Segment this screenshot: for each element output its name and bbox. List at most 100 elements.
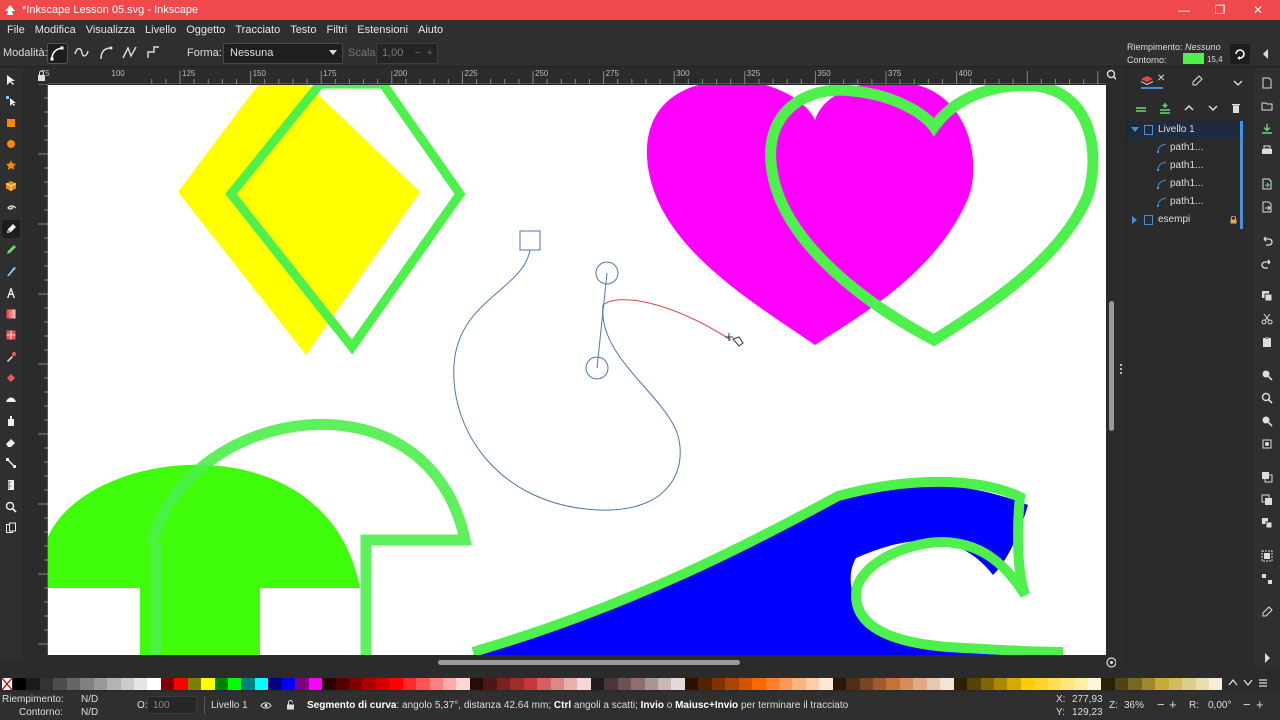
color-swatch[interactable]: [537, 678, 551, 690]
color-swatch[interactable]: [26, 678, 40, 690]
vertical-scroll-thumb[interactable]: [1109, 301, 1114, 431]
menu-tracciato[interactable]: Tracciato: [230, 24, 285, 36]
gradient-tool[interactable]: [2, 305, 20, 323]
scale-input[interactable]: 1,00 − +: [376, 43, 438, 64]
color-swatch[interactable]: [631, 678, 645, 690]
start-node-handle[interactable]: [519, 230, 541, 251]
unlock-icon[interactable]: [286, 700, 295, 710]
color-swatch[interactable]: [1074, 678, 1088, 690]
unlink-clone-button[interactable]: [1259, 515, 1275, 531]
color-swatch[interactable]: [429, 678, 443, 690]
color-swatch[interactable]: [899, 678, 914, 690]
color-swatch[interactable]: [93, 678, 108, 690]
color-swatch[interactable]: [174, 678, 188, 690]
color-swatch[interactable]: [416, 678, 430, 690]
color-swatch[interactable]: [1047, 678, 1062, 690]
current-layer[interactable]: Livello 1: [211, 700, 248, 711]
paint-bucket-tool[interactable]: [2, 369, 20, 387]
maximize-button[interactable]: ❐: [1202, 0, 1238, 20]
yellow-diamond-shape[interactable]: [178, 85, 420, 355]
color-swatch[interactable]: [1195, 678, 1209, 690]
color-swatch[interactable]: [39, 678, 54, 690]
print-button[interactable]: [1259, 143, 1275, 159]
color-swatch[interactable]: [295, 678, 309, 690]
layer-row-path[interactable]: path1...: [1127, 157, 1245, 175]
color-swatch[interactable]: [590, 678, 605, 690]
color-swatch[interactable]: [1101, 678, 1115, 690]
color-swatch[interactable]: [1168, 678, 1183, 690]
color-swatch[interactable]: [725, 678, 739, 690]
undo-button[interactable]: [1259, 232, 1275, 248]
eye-icon[interactable]: [260, 701, 272, 710]
color-swatch[interactable]: [658, 678, 672, 690]
redo-button[interactable]: [1259, 255, 1275, 271]
cut-button[interactable]: [1259, 311, 1275, 327]
color-swatch[interactable]: [940, 678, 954, 690]
canvas-drawing[interactable]: [48, 85, 1106, 655]
color-swatch[interactable]: [147, 678, 161, 690]
color-swatch[interactable]: [550, 678, 564, 690]
close-tab-icon[interactable]: ✕: [1157, 73, 1165, 84]
calligraphy-tool[interactable]: [2, 262, 20, 280]
open-button[interactable]: [1259, 98, 1275, 114]
eraser-tool[interactable]: [2, 433, 20, 451]
new-document-button[interactable]: [1259, 75, 1275, 91]
snap-toggle-button[interactable]: [1230, 44, 1250, 64]
color-swatch[interactable]: [469, 678, 484, 690]
pages-tool[interactable]: [2, 519, 20, 537]
zoom-out-button[interactable]: −: [1157, 697, 1165, 712]
add-sublayer-button[interactable]: [1159, 102, 1173, 116]
color-swatch[interactable]: [322, 678, 336, 690]
lower-button[interactable]: [1207, 102, 1221, 116]
collapse-arrow-icon[interactable]: [1132, 216, 1138, 224]
color-swatch[interactable]: [617, 678, 632, 690]
color-swatch[interactable]: [644, 678, 658, 690]
menu-filtri[interactable]: Filtri: [321, 24, 352, 36]
color-swatch[interactable]: [80, 678, 94, 690]
ellipse-tool[interactable]: [2, 135, 20, 153]
export-button[interactable]: [1259, 199, 1275, 215]
color-swatch[interactable]: [443, 678, 457, 690]
zoom-tool[interactable]: [2, 498, 20, 516]
clone-button[interactable]: [1259, 492, 1275, 508]
color-swatch[interactable]: [228, 678, 242, 690]
color-swatch[interactable]: [752, 678, 766, 690]
menu-visualizza[interactable]: Visualizza: [81, 24, 140, 36]
expand-arrow-icon[interactable]: [1131, 127, 1139, 133]
rotate-cw-button[interactable]: +: [1256, 697, 1264, 712]
color-swatch[interactable]: [160, 678, 175, 690]
color-swatch[interactable]: [967, 678, 981, 690]
color-swatch[interactable]: [375, 678, 390, 690]
color-swatch[interactable]: [698, 678, 712, 690]
mesh-tool[interactable]: [2, 326, 20, 344]
color-swatch[interactable]: [201, 678, 215, 690]
vertical-ruler[interactable]: [35, 83, 48, 655]
fill-stroke-button[interactable]: [1259, 604, 1275, 620]
zigzag-mode-button[interactable]: [120, 43, 141, 64]
color-swatch[interactable]: [133, 678, 148, 690]
color-swatch[interactable]: [1208, 678, 1223, 690]
color-palette[interactable]: [13, 678, 1223, 690]
close-button[interactable]: ✕: [1240, 0, 1276, 20]
color-swatch[interactable]: [577, 678, 591, 690]
color-swatch[interactable]: [483, 678, 497, 690]
spiro-mode-button[interactable]: [72, 43, 93, 64]
tab-layers[interactable]: ✕: [1140, 73, 1165, 89]
color-swatch[interactable]: [187, 678, 202, 690]
drag-handle-icon[interactable]: [1120, 364, 1122, 374]
color-swatch[interactable]: [711, 678, 726, 690]
add-layer-button[interactable]: [1135, 102, 1149, 116]
zoom-selection-button[interactable]: [1259, 367, 1275, 383]
measure-tool[interactable]: [2, 476, 20, 494]
color-swatch[interactable]: [496, 678, 511, 690]
fill-stroke-indicator[interactable]: Riempimento: Nessuno Contorno: 15,4: [1126, 40, 1230, 68]
color-swatch[interactable]: [389, 678, 403, 690]
pen-bezier-path[interactable]: [453, 249, 681, 511]
delete-layer-button[interactable]: [1230, 102, 1244, 116]
menu-file[interactable]: File: [2, 24, 30, 36]
rotate-ccw-button[interactable]: −: [1243, 697, 1251, 712]
color-swatch[interactable]: [402, 678, 417, 690]
pen-tool[interactable]: [2, 220, 20, 238]
import-button[interactable]: [1259, 176, 1275, 192]
color-swatch[interactable]: [778, 678, 793, 690]
